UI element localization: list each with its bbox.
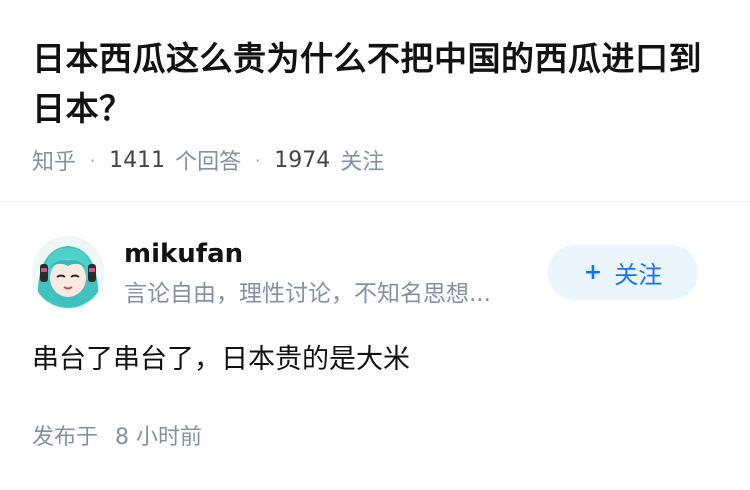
author-bio: 言论自由，理性讨论，不知名思想...: [124, 281, 491, 307]
plus-icon: +: [583, 260, 603, 285]
author-name[interactable]: mikufan: [124, 236, 243, 272]
separator-dot: ·: [90, 150, 96, 170]
follower-count-label: 关注: [340, 150, 385, 175]
publish-prefix: 发布于: [32, 425, 99, 450]
answer-timestamp: 发布于 8 小时前: [32, 421, 202, 455]
source-label[interactable]: 知乎: [32, 144, 76, 176]
question-title[interactable]: 日本西瓜这么贵为什么不把中国的西瓜进口到日本？: [32, 34, 722, 134]
follower-count: 1974: [274, 147, 331, 173]
answer-content[interactable]: 串台了串台了，日本贵的是大米: [32, 338, 410, 382]
avatar[interactable]: [32, 236, 104, 308]
follow-button-label: 关注: [614, 261, 663, 289]
section-divider: [0, 201, 750, 202]
anime-avatar-icon: [32, 236, 104, 308]
answer-count: 1411: [109, 147, 166, 173]
answer-count-label: 个回答: [175, 150, 242, 175]
publish-time: 8 小时前: [115, 425, 203, 450]
follow-button[interactable]: + 关注: [548, 245, 698, 300]
question-meta: 知乎 · 1411 个回答 · 1974 关注: [32, 143, 384, 177]
separator-dot: ·: [255, 150, 261, 170]
